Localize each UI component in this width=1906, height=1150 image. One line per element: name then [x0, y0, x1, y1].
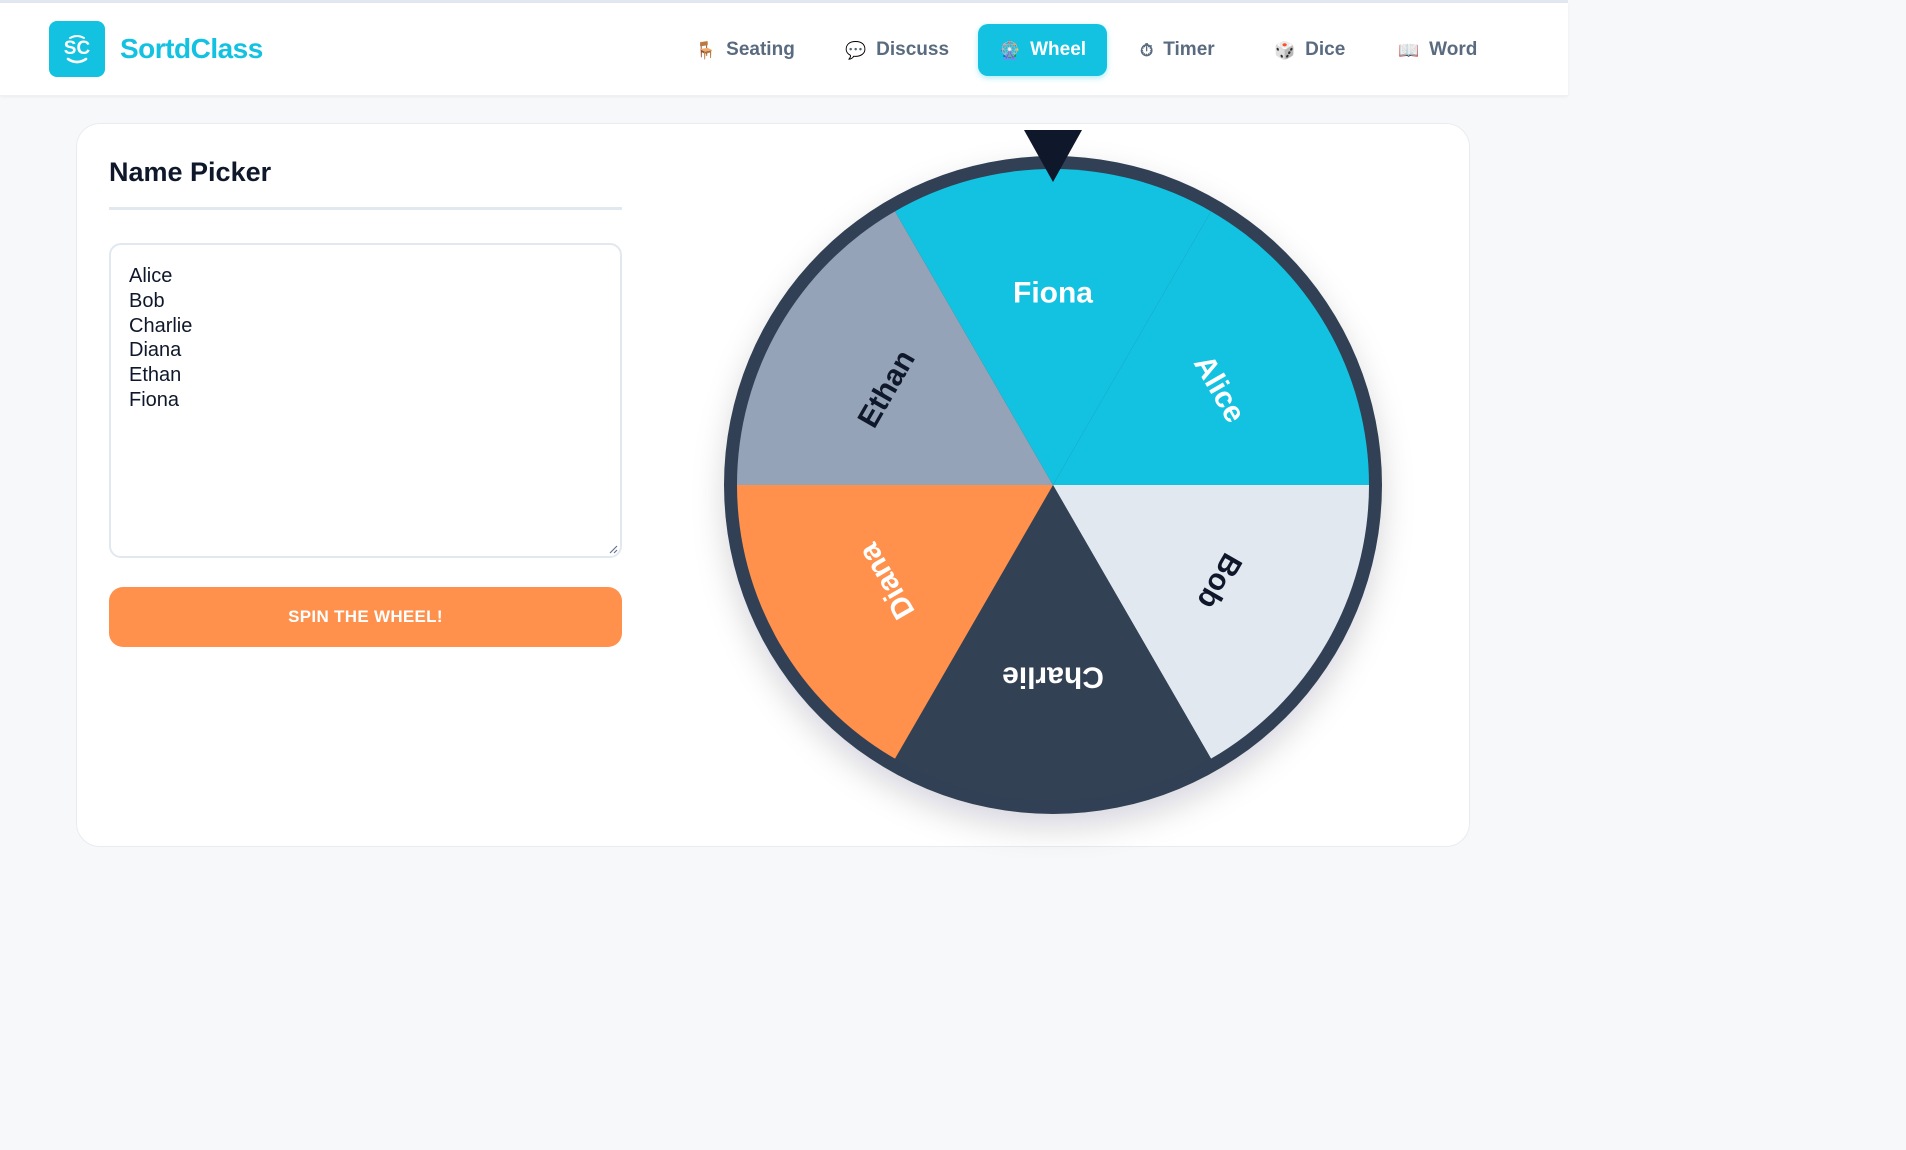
nav-wheel-label: Wheel: [1030, 39, 1087, 60]
ferris-wheel-icon: 🎡: [998, 40, 1021, 60]
dice-icon: 🎲: [1274, 40, 1296, 60]
spin-wheel[interactable]: Alice Bob Charlie Diana Ethan Fiona: [704, 130, 1404, 850]
nav-dice[interactable]: 🎲 Dice: [1260, 24, 1359, 76]
resize-handle-icon[interactable]: [606, 542, 618, 554]
name-entry: Fiona: [129, 388, 180, 411]
name-entry: Ethan: [129, 364, 182, 387]
logo-sc-icon: SC: [64, 35, 91, 64]
wheel-label-charlie: Charlie: [1002, 661, 1104, 694]
nav-timer[interactable]: ⏱ Timer: [1126, 24, 1229, 76]
wheel-label-fiona: Fiona: [1013, 277, 1093, 310]
name-entry: Alice: [129, 265, 173, 287]
wheel-segments: [737, 169, 1369, 801]
nav-dice-label: Dice: [1305, 39, 1346, 60]
spin-wheel-button[interactable]: SPIN THE WHEEL!: [109, 587, 622, 647]
chair-icon: 🪑: [695, 40, 717, 60]
name-entry: Charlie: [129, 314, 193, 337]
nav-timer-label: Timer: [1163, 39, 1215, 60]
book-icon: 📖: [1398, 40, 1420, 60]
nav-seating[interactable]: 🪑 Seating: [681, 24, 809, 76]
navbar: SC SortdClass 🪑 Seating 💬 Discuss 🎡 Whee…: [0, 3, 1568, 96]
speech-bubble-icon: 💬: [845, 40, 867, 60]
logo-mark[interactable]: SC: [49, 21, 105, 77]
page-title: Name Picker: [109, 157, 272, 187]
name-entry: Bob: [129, 289, 165, 312]
nav-word[interactable]: 📖 Word: [1384, 24, 1491, 76]
nav-wheel[interactable]: 🎡 Wheel: [978, 24, 1107, 76]
app-name[interactable]: SortdClass: [120, 33, 263, 65]
wheel-graphic: AliceBobCharlieDianaEthanFiona: [724, 130, 1382, 814]
title-divider: [109, 207, 622, 210]
nav-discuss[interactable]: 💬 Discuss: [831, 24, 963, 76]
names-textarea[interactable]: Alice Bob Charlie Diana Ethan Fiona: [109, 243, 622, 558]
nav-word-label: Word: [1429, 39, 1478, 60]
stopwatch-icon: ⏱: [1140, 40, 1154, 60]
nav-discuss-label: Discuss: [876, 39, 950, 60]
svg-text:SC: SC: [64, 38, 91, 59]
name-entry: Diana: [129, 339, 182, 362]
nav-seating-label: Seating: [726, 39, 795, 60]
